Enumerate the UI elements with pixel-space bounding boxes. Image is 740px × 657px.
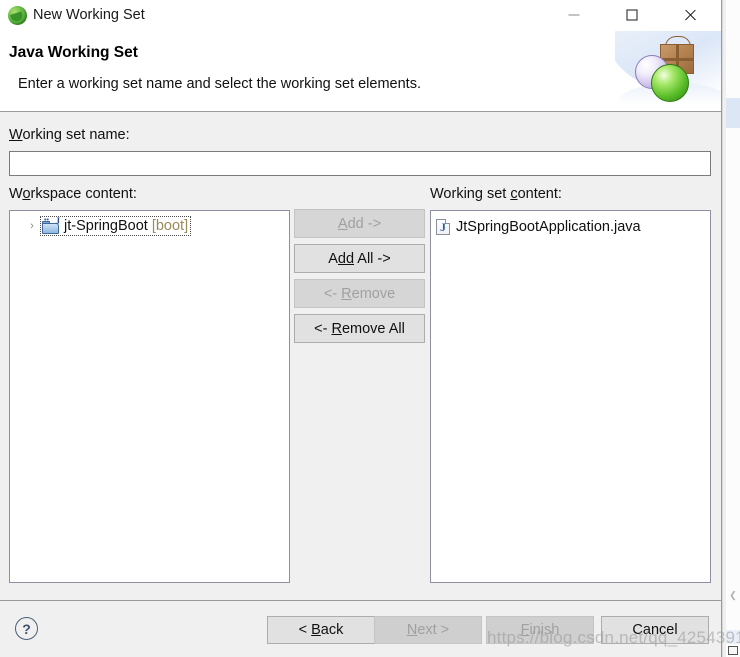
back-button-post: ack bbox=[320, 622, 344, 638]
cancel-button[interactable]: Cancel bbox=[601, 616, 709, 644]
remove-button-post: emove bbox=[351, 285, 396, 302]
back-button[interactable]: < Back bbox=[267, 616, 375, 644]
background-window-edge: ❮ bbox=[722, 0, 740, 657]
working-set-content-label-mnemonic: c bbox=[510, 186, 518, 202]
add-button[interactable]: Add -> bbox=[294, 209, 425, 238]
background-resize-grip-icon[interactable] bbox=[728, 646, 738, 655]
working-set-name-label-text: orking set name: bbox=[22, 127, 130, 143]
tree-item-focus-ring[interactable]: •• J jt-SpringBoot [boot] bbox=[40, 215, 192, 236]
page-title: Java Working Set bbox=[9, 44, 138, 61]
new-working-set-dialog: New Working Set Java Working Set Enter a… bbox=[0, 0, 722, 657]
finish-button-post: inish bbox=[529, 622, 560, 638]
remove-all-button-post: emove All bbox=[341, 320, 405, 337]
background-scroll-down-icon[interactable]: ❮ bbox=[727, 589, 739, 601]
working-set-name-label: Working set name: bbox=[9, 127, 130, 143]
background-highlight-strip bbox=[726, 630, 740, 644]
tree-item-suffix: [boot] bbox=[151, 218, 189, 234]
eclipse-green-ball-icon bbox=[8, 6, 27, 25]
back-button-mnemonic: B bbox=[311, 622, 321, 638]
list-item[interactable]: J JtSpringBootApplication.java bbox=[436, 217, 641, 237]
working-set-content-label: Working set content: bbox=[430, 186, 562, 202]
remove-button[interactable]: <- Remove bbox=[294, 279, 425, 308]
workspace-content-label-prefix: W bbox=[9, 186, 23, 202]
banner-green-sphere-icon bbox=[651, 64, 689, 102]
finish-button-mnemonic: F bbox=[520, 622, 530, 638]
tree-row[interactable]: › •• J jt-SpringBoot [boot] bbox=[10, 215, 289, 237]
working-set-name-label-mnemonic: W bbox=[9, 127, 23, 143]
maximize-button[interactable] bbox=[609, 0, 654, 30]
java-project-folder-icon: •• J bbox=[42, 215, 61, 234]
remove-button-mnemonic: R bbox=[341, 285, 352, 302]
next-button-mnemonic: N bbox=[406, 622, 418, 638]
maximize-icon bbox=[626, 9, 637, 21]
dialog-footer: ? < Back Next > Finish Cancel bbox=[0, 600, 721, 657]
working-set-content-list[interactable]: J JtSpringBootApplication.java bbox=[430, 210, 711, 583]
workspace-content-label-rest: rkspace content: bbox=[30, 186, 137, 202]
minimize-button[interactable] bbox=[551, 0, 596, 30]
list-item-label: JtSpringBootApplication.java bbox=[456, 219, 641, 235]
tree-item-label: jt-SpringBoot bbox=[64, 218, 148, 234]
close-icon bbox=[683, 9, 696, 22]
help-icon[interactable]: ? bbox=[15, 617, 38, 640]
add-button-post: dd -> bbox=[347, 215, 382, 232]
add-all-button-post: All -> bbox=[354, 250, 391, 267]
working-set-content-label-rest: ontent: bbox=[517, 186, 562, 202]
background-scrollbar-thumb[interactable] bbox=[726, 98, 740, 128]
chevron-right-icon[interactable]: › bbox=[24, 215, 40, 237]
add-button-mnemonic: A bbox=[337, 215, 348, 232]
working-set-name-input[interactable] bbox=[9, 151, 711, 176]
cancel-button-post: Cancel bbox=[632, 622, 678, 638]
add-all-button-mnemonic: dd bbox=[337, 250, 355, 267]
minimize-icon bbox=[568, 14, 579, 16]
remove-all-button[interactable]: <- Remove All bbox=[294, 314, 425, 343]
next-button[interactable]: Next > bbox=[374, 616, 482, 644]
dialog-body: Working set name: Workspace content: Wor… bbox=[0, 112, 721, 600]
page-description: Enter a working set name and select the … bbox=[18, 76, 421, 92]
title-bar[interactable]: New Working Set bbox=[0, 0, 721, 31]
workspace-content-label-mnemonic: o bbox=[22, 186, 31, 202]
finish-button[interactable]: Finish bbox=[486, 616, 594, 644]
dialog-header: Java Working Set Enter a working set nam… bbox=[0, 31, 721, 112]
add-all-button-pre: A bbox=[328, 250, 338, 267]
folder-java-j-glyph: J bbox=[55, 215, 61, 226]
back-button-pre: < bbox=[298, 622, 312, 638]
remove-button-pre: <- bbox=[323, 285, 342, 302]
next-button-post: ext > bbox=[417, 622, 450, 638]
folder-decorator-dots: •• bbox=[44, 216, 49, 224]
working-set-banner-graphic bbox=[615, 31, 721, 111]
workspace-content-tree[interactable]: › •• J jt-SpringBoot [boot] bbox=[9, 210, 290, 583]
java-file-j-glyph: J bbox=[440, 220, 446, 234]
remove-all-button-mnemonic: R bbox=[331, 320, 342, 337]
workspace-content-label: Workspace content: bbox=[9, 186, 137, 202]
add-all-button[interactable]: Add All -> bbox=[294, 244, 425, 273]
remove-all-button-pre: <- bbox=[314, 320, 332, 337]
close-button[interactable] bbox=[667, 0, 712, 30]
java-file-icon: J bbox=[436, 219, 450, 235]
working-set-content-label-prefix: Working set bbox=[430, 186, 511, 202]
window-title: New Working Set bbox=[33, 7, 145, 23]
